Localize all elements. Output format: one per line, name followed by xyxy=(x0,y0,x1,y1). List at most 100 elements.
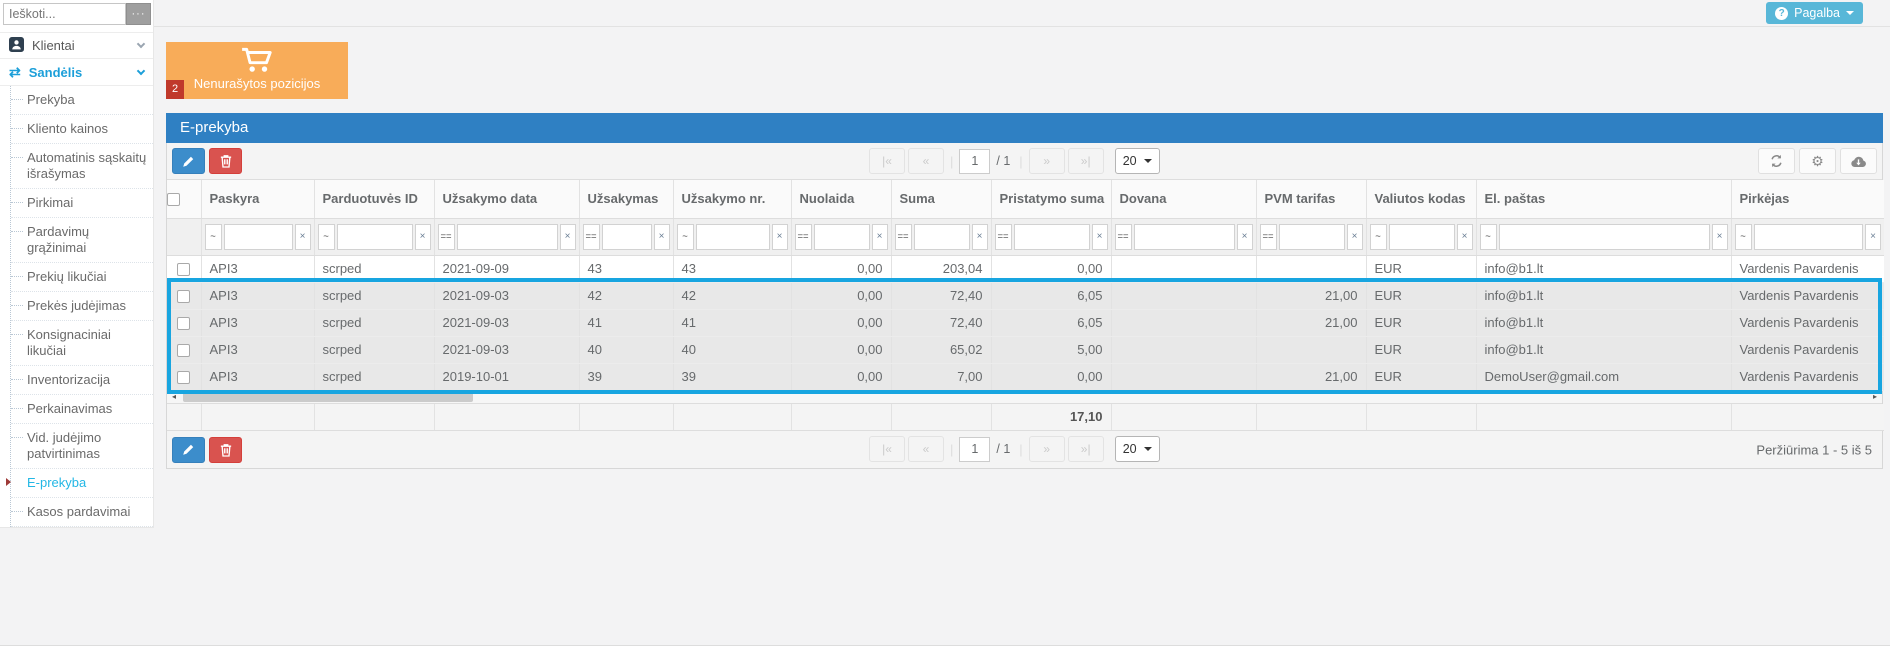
scrollbar-thumb[interactable] xyxy=(183,392,473,402)
filter-input-paskyra[interactable] xyxy=(224,224,293,250)
search-input[interactable] xyxy=(3,3,126,25)
sidebar-item-pirkimai[interactable]: Pirkimai xyxy=(11,189,153,218)
filter-clear-button[interactable]: × xyxy=(654,224,670,250)
column-header-parduotuves-id[interactable]: Parduotuvės ID xyxy=(314,180,434,218)
last-page-button[interactable]: »| xyxy=(1068,148,1104,174)
search-options-button[interactable]: ··· xyxy=(126,3,151,25)
sidebar-group-sandelis[interactable]: ⇄ Sandėlis xyxy=(0,59,153,86)
help-button[interactable]: ? Pagalba xyxy=(1766,2,1863,24)
last-page-button[interactable]: »| xyxy=(1068,436,1104,462)
column-header-pristatymo-suma[interactable]: Pristatymo suma xyxy=(991,180,1111,218)
column-header-pirkejas[interactable]: Pirkėjas xyxy=(1731,180,1884,218)
scroll-right-arrow-icon[interactable]: ▸ xyxy=(1868,391,1882,403)
filter-input-uzsakymas[interactable] xyxy=(602,224,652,250)
filter-input-parduotuves-id[interactable] xyxy=(337,224,413,250)
first-page-button[interactable]: |« xyxy=(869,436,905,462)
page-size-select[interactable]: 20 xyxy=(1115,436,1160,462)
column-header-uzsakymo-nr[interactable]: Užsakymo nr. xyxy=(673,180,791,218)
filter-operator-button[interactable]: == xyxy=(995,224,1012,250)
filter-clear-button[interactable]: × xyxy=(415,224,431,250)
edit-button[interactable] xyxy=(172,437,205,463)
filter-operator-button[interactable]: == xyxy=(895,224,912,250)
filter-clear-button[interactable]: × xyxy=(295,224,311,250)
settings-button[interactable]: ⚙ xyxy=(1799,148,1836,174)
filter-operator-button[interactable]: == xyxy=(1115,224,1132,250)
row-checkbox[interactable] xyxy=(177,263,190,276)
filter-input-dovana[interactable] xyxy=(1134,224,1235,250)
filter-clear-button[interactable]: × xyxy=(972,224,988,250)
sidebar-item-konsignaciniai-likuciai[interactable]: Konsignaciniai likučiai xyxy=(11,321,153,366)
filter-clear-button[interactable]: × xyxy=(1865,224,1881,250)
next-page-button[interactable]: » xyxy=(1029,148,1065,174)
column-header-uzsakymas[interactable]: Užsakymas xyxy=(579,180,673,218)
refresh-button[interactable] xyxy=(1758,148,1795,174)
sidebar-item-vid-judejimo-patvirtinimas[interactable]: Vid. judėjimo patvirtinimas xyxy=(11,424,153,469)
table-row[interactable]: API3scrped2021-09-0943430,00203,040,00EU… xyxy=(167,255,1884,282)
table-row[interactable]: API3scrped2021-09-0342420,0072,406,0521,… xyxy=(167,282,1884,309)
first-page-button[interactable]: |« xyxy=(869,148,905,174)
filter-clear-button[interactable]: × xyxy=(1712,224,1728,250)
delete-button[interactable] xyxy=(209,437,242,463)
select-all-checkbox[interactable] xyxy=(167,193,180,206)
filter-clear-button[interactable]: × xyxy=(560,224,576,250)
filter-operator-button[interactable]: ~ xyxy=(1480,224,1497,250)
export-button[interactable] xyxy=(1840,148,1877,174)
scroll-left-arrow-icon[interactable]: ◂ xyxy=(167,391,181,403)
column-header-suma[interactable]: Suma xyxy=(891,180,991,218)
next-page-button[interactable]: » xyxy=(1029,436,1065,462)
filter-input-pristatymo-suma[interactable] xyxy=(1014,224,1090,250)
column-header-dovana[interactable]: Dovana xyxy=(1111,180,1256,218)
sidebar-item-prekyba[interactable]: Prekyba xyxy=(11,86,153,115)
sidebar-item-perkainavimas[interactable]: Perkainavimas xyxy=(11,395,153,424)
row-checkbox[interactable] xyxy=(177,371,190,384)
sidebar-group-klientai[interactable]: Klientai xyxy=(0,32,153,59)
table-row[interactable]: API3scrped2019-10-0139390,007,000,0021,0… xyxy=(167,363,1884,390)
sidebar-item-e-prekyba[interactable]: E-prekyba xyxy=(11,469,153,498)
filter-operator-button[interactable]: ~ xyxy=(677,224,694,250)
filter-operator-button[interactable]: == xyxy=(583,224,600,250)
filter-operator-button[interactable]: == xyxy=(1260,224,1277,250)
sidebar-item-kliento-kainos[interactable]: Kliento kainos xyxy=(11,115,153,144)
filter-clear-button[interactable]: × xyxy=(772,224,788,250)
filter-clear-button[interactable]: × xyxy=(1092,224,1108,250)
filter-input-pirkejas[interactable] xyxy=(1754,224,1864,250)
column-header-el-pastas[interactable]: El. paštas xyxy=(1476,180,1731,218)
sidebar-item-pardavimu-grazinimai[interactable]: Pardavimų grąžinimai xyxy=(11,218,153,263)
filter-input-nuolaida[interactable] xyxy=(814,224,870,250)
row-checkbox[interactable] xyxy=(177,290,190,303)
sidebar-item-inventorizacija[interactable]: Inventorizacija xyxy=(11,366,153,395)
filter-input-uzsakymo-nr[interactable] xyxy=(696,224,770,250)
filter-clear-button[interactable]: × xyxy=(1347,224,1363,250)
filter-clear-button[interactable]: × xyxy=(1237,224,1253,250)
sidebar-item-kasos-pardavimai[interactable]: Kasos pardavimai xyxy=(11,498,153,527)
table-row[interactable]: API3scrped2021-09-0340400,0065,025,00EUR… xyxy=(167,336,1884,363)
filter-input-pvm-tarifas[interactable] xyxy=(1279,224,1345,250)
sidebar-item-automatinis-saskaitu-israsymas[interactable]: Automatinis sąskaitų išrašymas xyxy=(11,144,153,189)
column-header-paskyra[interactable]: Paskyra xyxy=(201,180,314,218)
unwritten-positions-tile[interactable]: Nenurašytos pozicijos 2 xyxy=(166,42,348,99)
filter-clear-button[interactable]: × xyxy=(1457,224,1473,250)
row-checkbox[interactable] xyxy=(177,317,190,330)
sidebar-item-prekiu-likuciai[interactable]: Prekių likučiai xyxy=(11,263,153,292)
row-checkbox[interactable] xyxy=(177,344,190,357)
filter-input-el-pastas[interactable] xyxy=(1499,224,1710,250)
filter-clear-button[interactable]: × xyxy=(872,224,888,250)
filter-operator-button[interactable]: ~ xyxy=(205,224,222,250)
page-size-select[interactable]: 20 xyxy=(1115,148,1160,174)
filter-input-uzsakymo-data[interactable] xyxy=(457,224,558,250)
filter-operator-button[interactable]: ~ xyxy=(1370,224,1387,250)
column-header-valiutos-kodas[interactable]: Valiutos kodas xyxy=(1366,180,1476,218)
filter-input-valiutos-kodas[interactable] xyxy=(1389,224,1455,250)
delete-button[interactable] xyxy=(209,148,242,174)
column-header-uzsakymo-data[interactable]: Užsakymo data xyxy=(434,180,579,218)
prev-page-button[interactable]: « xyxy=(908,148,944,174)
horizontal-scrollbar[interactable]: ◂ ▸ xyxy=(167,391,1882,404)
filter-operator-button[interactable]: ~ xyxy=(1735,224,1752,250)
page-input[interactable] xyxy=(959,149,990,174)
filter-operator-button[interactable]: == xyxy=(795,224,812,250)
prev-page-button[interactable]: « xyxy=(908,436,944,462)
column-header-nuolaida[interactable]: Nuolaida xyxy=(791,180,891,218)
sidebar-item-prekes-judejimas[interactable]: Prekės judėjimas xyxy=(11,292,153,321)
column-header-pvm-tarifas[interactable]: PVM tarifas xyxy=(1256,180,1366,218)
filter-input-suma[interactable] xyxy=(914,224,970,250)
